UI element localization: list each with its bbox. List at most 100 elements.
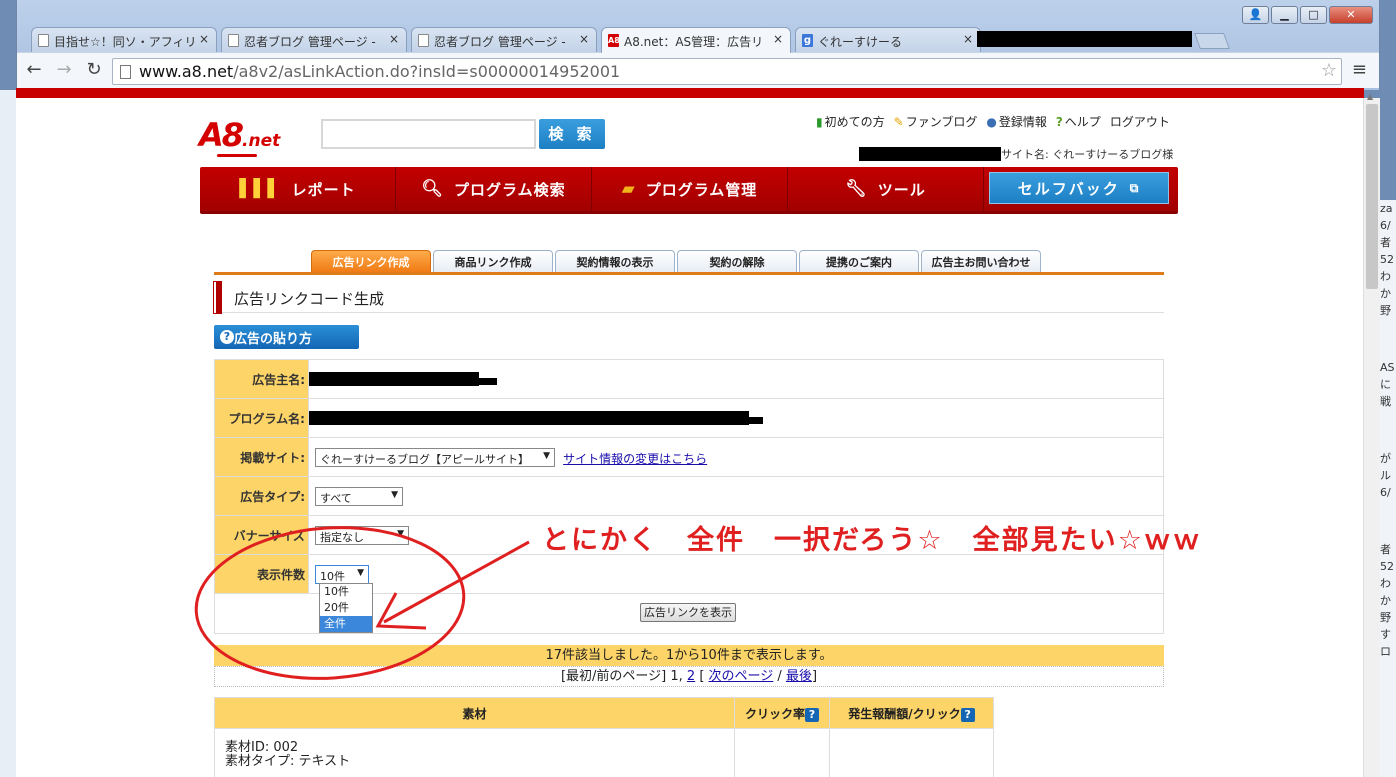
help-icon[interactable]: ? — [960, 707, 975, 722]
header-link-account[interactable]: ● 登録情報 — [986, 113, 1047, 130]
section-title: 広告リンクコード生成 — [213, 281, 1164, 314]
scrollbar[interactable]: ▲ — [1363, 92, 1380, 777]
program-label: プログラム名: — [214, 398, 309, 438]
minimize-button[interactable]: ▁ — [1271, 6, 1298, 24]
banner-select[interactable]: 指定なし ▼ — [315, 525, 409, 545]
help-icon[interactable]: ? — [805, 707, 819, 722]
scroll-up-icon[interactable]: ▲ — [1367, 92, 1373, 101]
site-value-cell: ぐれーすけーるブログ【アピールサイト】 ▼ サイト情報の変更はこちら — [308, 437, 1164, 477]
maximize-button[interactable]: □ — [1300, 6, 1327, 24]
user-icon: ● — [986, 115, 997, 129]
ctr-cell — [734, 728, 830, 777]
dropdown-option[interactable]: 10件 — [320, 584, 372, 600]
background-window-text: が — [1380, 452, 1391, 465]
col-header-label: クリック率 — [744, 706, 805, 721]
new-tab-button[interactable] — [1194, 33, 1230, 49]
browser-tab[interactable]: 目指せ☆！同ソ・アフィリ × — [31, 27, 217, 52]
header-link-help[interactable]: ? ヘルプ — [1056, 113, 1101, 130]
menu-icon[interactable]: ≡ — [1352, 59, 1367, 80]
table-row: 素材ID: 002 素材タイプ: テキスト — [214, 728, 994, 777]
browser-tab[interactable]: g ぐれーすけーる × — [795, 27, 981, 52]
close-icon[interactable]: × — [389, 32, 399, 46]
help-question-icon: ? — [1055, 115, 1063, 129]
redacted-fragment — [749, 416, 763, 424]
browser-toolbar: ← → ↻ www.a8.net/a8v2/asLinkAction.do?in… — [17, 52, 1379, 88]
tab-contact-advertiser[interactable]: 広告主お問い合わせ — [921, 250, 1041, 272]
browser-tab-active[interactable]: A8 A8.net：AS管理：広告リ × — [601, 27, 791, 53]
a8-icon: A8 — [608, 34, 620, 47]
tab-cancel-contract[interactable]: 契約の解除 — [677, 250, 797, 272]
back-icon[interactable]: ← — [23, 60, 45, 82]
page-icon — [120, 65, 131, 79]
nav-label: ツール — [877, 180, 926, 199]
header-link-label: ログアウト — [1109, 115, 1170, 129]
pager-page-2[interactable]: 2 — [687, 669, 695, 684]
tab-label: ぐれーすけーる — [818, 35, 903, 49]
program-value — [308, 398, 1164, 438]
pencil-icon: ✎ — [893, 115, 904, 129]
browser-tab[interactable]: 忍者ブログ 管理ページ - × — [411, 27, 597, 52]
main-nav: ▌▌▌ レポート 🔍︎ プログラム検索 ▰ プログラム管理 🔧︎ ツール セルフバック ⧉ — [200, 167, 1178, 214]
address-bar[interactable]: www.a8.net/a8v2/asLinkAction.do?insId=s0… — [112, 58, 1342, 85]
tab-label: 忍者ブログ 管理ページ - — [434, 35, 566, 49]
tab-contract-info[interactable]: 契約情報の表示 — [555, 250, 675, 272]
site-select[interactable]: ぐれーすけーるブログ【アピールサイト】 ▼ — [315, 447, 555, 467]
browser-tab[interactable]: 忍者ブログ 管理ページ - × — [221, 27, 407, 52]
adtype-select[interactable]: すべて ▼ — [315, 486, 403, 506]
close-icon[interactable]: × — [199, 32, 209, 46]
reload-icon[interactable]: ↻ — [83, 60, 105, 82]
folder-icon: ▰ — [621, 179, 636, 199]
header-link-beginner[interactable]: ▮ 初めての方 — [816, 113, 885, 130]
nav-selfback[interactable]: セルフバック ⧉ — [989, 172, 1169, 204]
tab-label: 忍者ブログ 管理ページ - — [244, 35, 376, 49]
pager-last[interactable]: 最後 — [786, 669, 812, 684]
dropdown-option[interactable]: 20件 — [320, 600, 372, 616]
tab-ad-link[interactable]: 広告リンク作成 — [311, 250, 431, 272]
site-change-link[interactable]: サイト情報の変更はこちら — [563, 452, 707, 466]
close-icon[interactable]: × — [773, 32, 783, 46]
pagination: [最初/前のページ] 1, 2 [ 次のページ / 最後] — [214, 666, 1164, 687]
redacted-advertiser — [309, 372, 479, 386]
count-select[interactable]: 10件 ▼ — [315, 564, 369, 584]
left-window-edge — [0, 90, 16, 777]
forward-icon[interactable]: → — [53, 60, 75, 82]
nav-program-manage[interactable]: ▰ プログラム管理 — [592, 167, 788, 211]
dropdown-option-highlighted[interactable]: 全件 — [320, 616, 372, 632]
background-window-text: す — [1380, 628, 1391, 641]
scroll-thumb[interactable] — [1366, 104, 1378, 289]
logo-underline — [217, 154, 257, 157]
result-summary: 17件該当しました。1から10件まで表示します。 — [214, 645, 1164, 666]
tab-partnership[interactable]: 提携のご案内 — [799, 250, 919, 272]
howto-button[interactable]: ? 広告の貼り方 — [214, 325, 359, 349]
header-link-logout[interactable]: ログアウト — [1110, 113, 1170, 130]
bookmark-star-icon[interactable]: ☆ — [1321, 60, 1337, 81]
background-window-text: か — [1380, 594, 1391, 607]
pager-prefix: [最初/前のページ] — [560, 669, 667, 684]
header-link-label: 登録情報 — [998, 115, 1047, 129]
close-icon[interactable]: × — [963, 32, 973, 46]
search-input[interactable] — [321, 119, 536, 149]
nav-report[interactable]: ▌▌▌ レポート — [200, 167, 396, 211]
redacted-username — [859, 147, 1001, 161]
site-select-value: ぐれーすけーるブログ【アピールサイト】 — [320, 452, 529, 466]
magnifier-icon: 🔍︎ — [421, 179, 445, 199]
header-link-fanblog[interactable]: ✎ ファンブログ — [894, 113, 978, 130]
background-window-text: 52 — [1380, 253, 1394, 266]
tab-product-link[interactable]: 商品リンク作成 — [433, 250, 553, 272]
site-name: サイト名: ぐれーすけーるブログ様 — [1001, 148, 1174, 161]
account-button[interactable]: 👤 — [1242, 6, 1269, 24]
count-label: 表示件数 — [214, 554, 309, 594]
nav-tools[interactable]: 🔧︎ ツール — [788, 167, 984, 211]
search-button[interactable]: 検 索 — [539, 119, 605, 149]
subtab-underline — [214, 272, 1164, 275]
count-dropdown-list: 10件 20件 全件 — [319, 583, 373, 633]
a8net-logo[interactable]: A8.net — [199, 116, 280, 157]
materials-table: 素材 クリック率? 発生報酬額/クリック? 素材ID: 002 素材タイプ: テ… — [214, 697, 994, 777]
background-window-text: わ — [1380, 270, 1391, 283]
nav-program-search[interactable]: 🔍︎ プログラム検索 — [396, 167, 592, 211]
show-links-button[interactable]: 広告リンクを表示 — [640, 603, 736, 622]
close-window-button[interactable]: ✕ — [1329, 6, 1373, 24]
wrench-icon: 🔧︎ — [845, 179, 868, 199]
pager-next[interactable]: 次のページ — [709, 669, 774, 684]
close-icon[interactable]: × — [579, 32, 589, 46]
